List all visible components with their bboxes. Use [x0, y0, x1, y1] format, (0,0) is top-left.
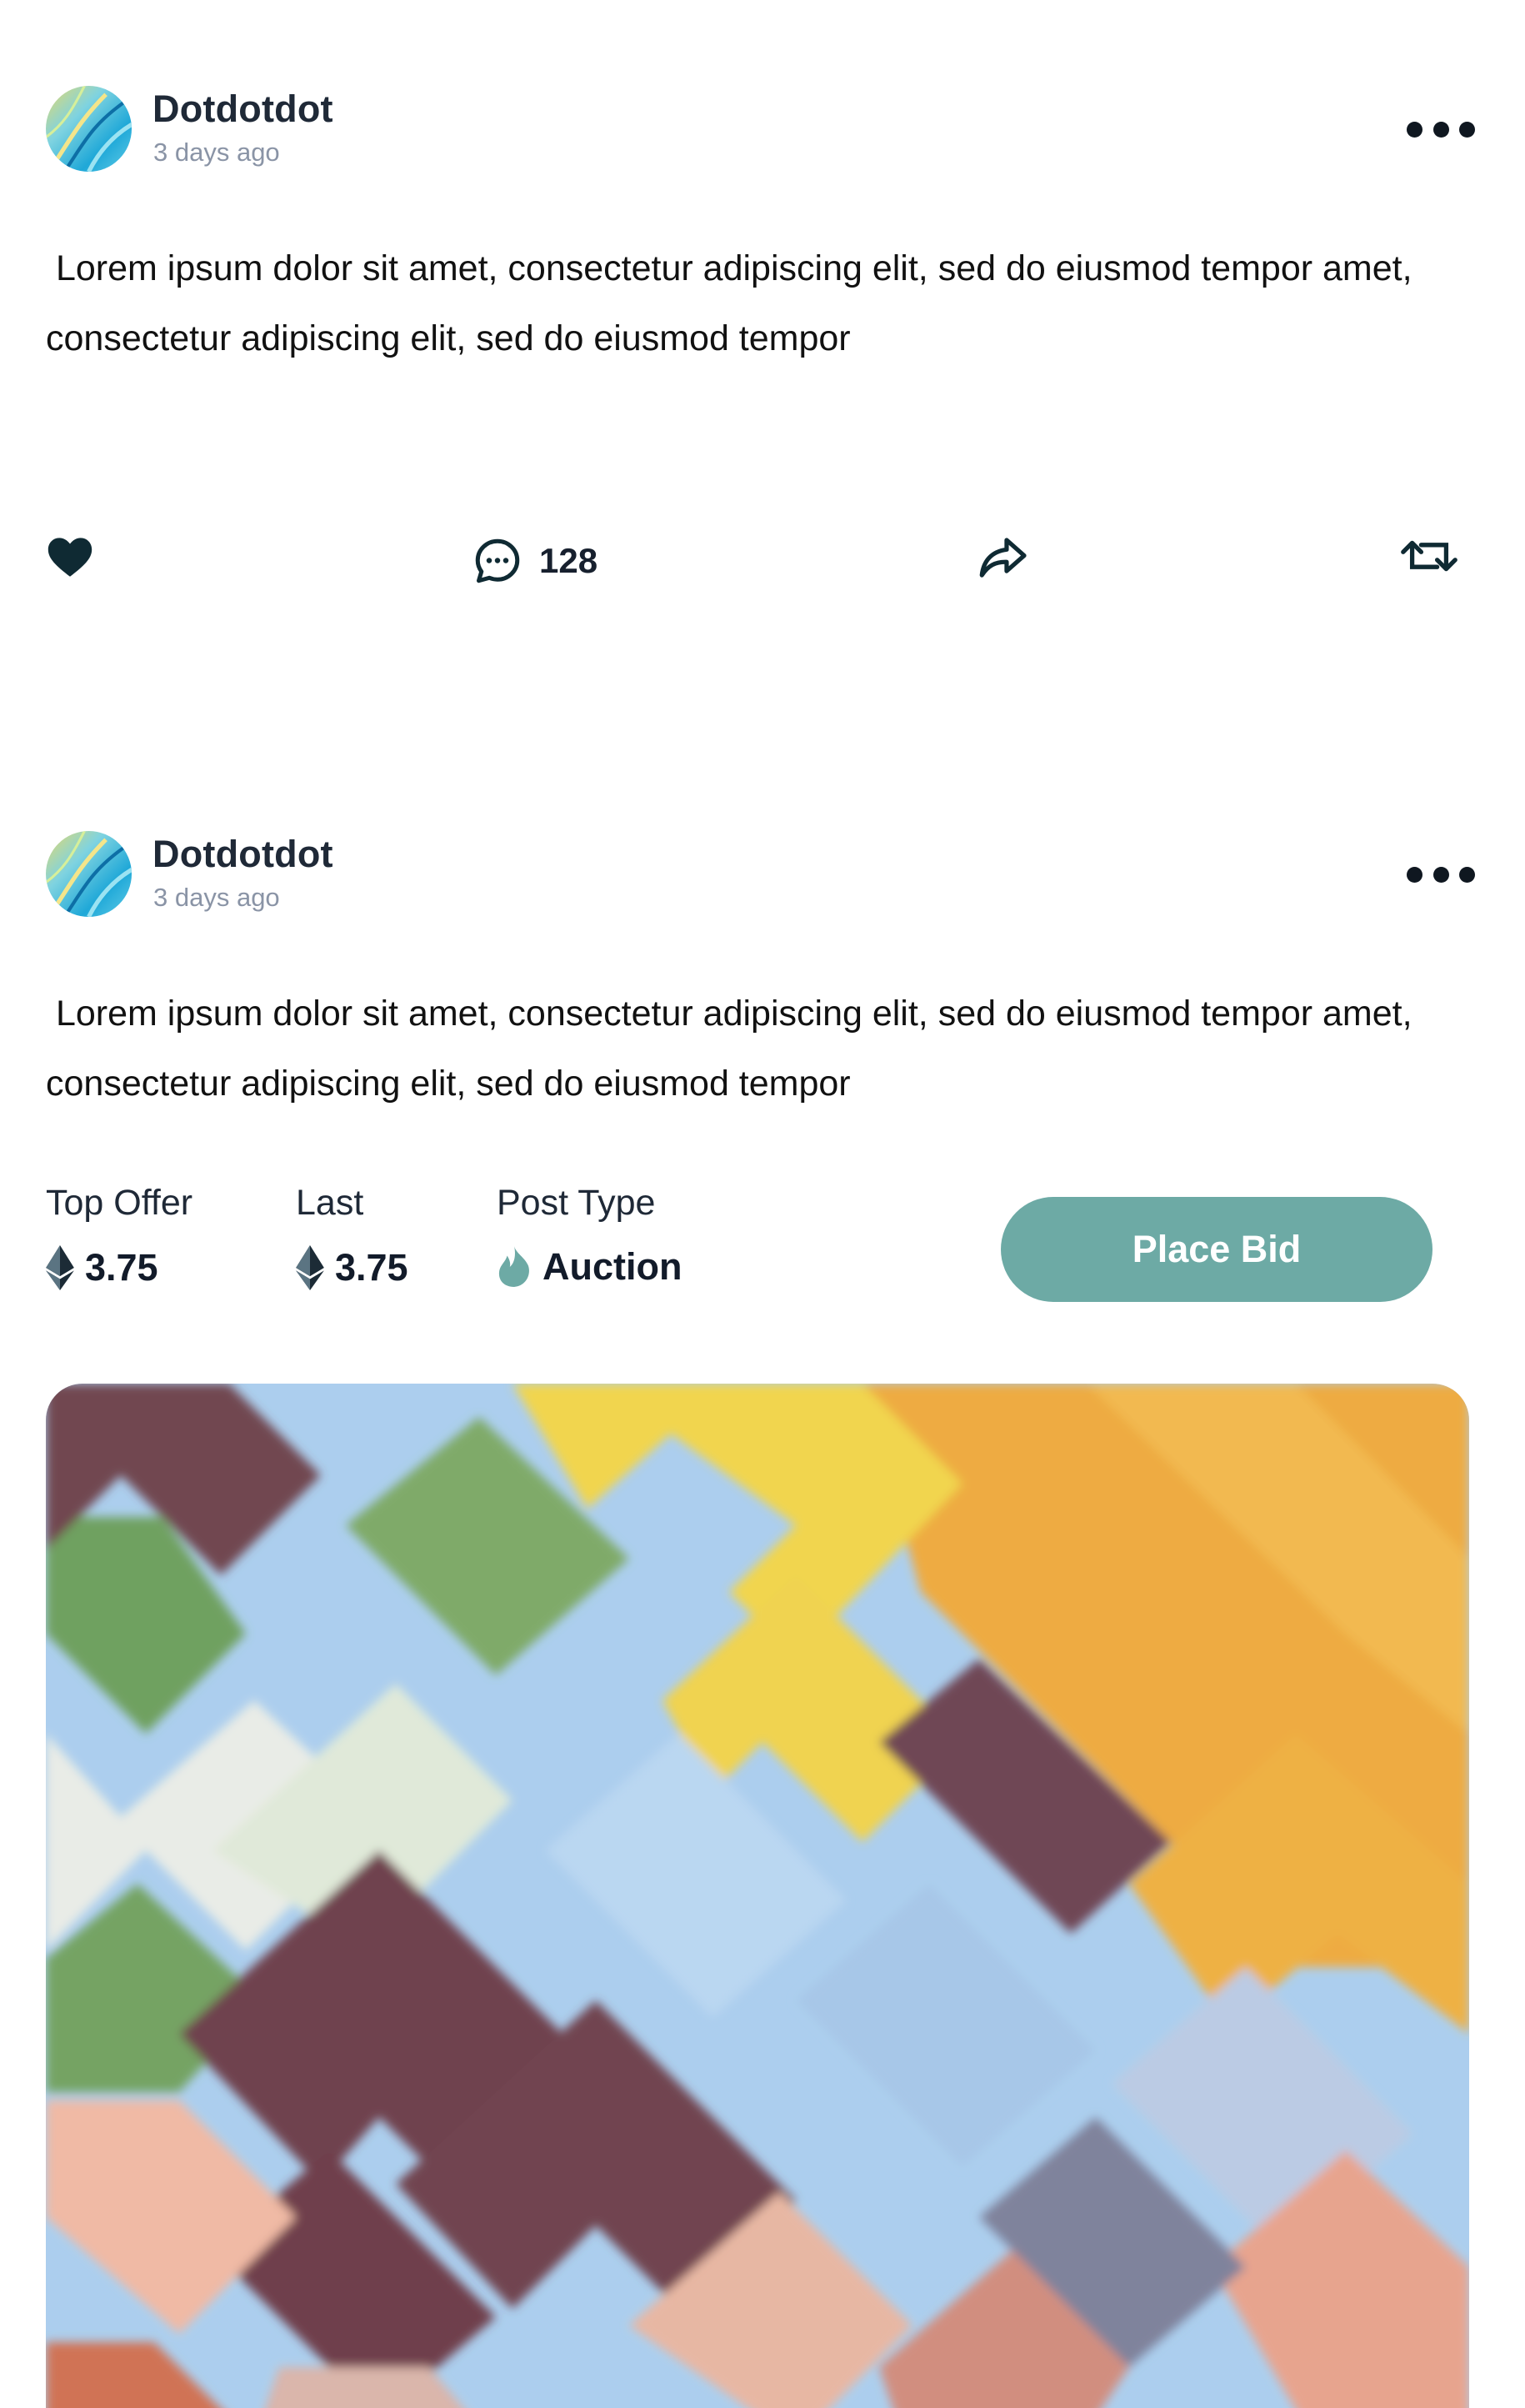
more-icon [1407, 866, 1422, 883]
last-value: 3.75 [335, 1246, 408, 1289]
share-button[interactable] [978, 536, 1028, 579]
share-icon [979, 538, 1027, 578]
flame-icon [498, 1246, 529, 1287]
top-offer-value-row: 3.75 [46, 1245, 192, 1290]
more-icon-dot [1459, 121, 1475, 138]
top-offer: Top Offer 3.75 [46, 1179, 192, 1290]
ethereum-icon [46, 1245, 74, 1290]
like-button[interactable] [46, 536, 94, 578]
author-name[interactable]: Dotdotdot [152, 833, 333, 876]
more-options-button[interactable] [1407, 858, 1475, 891]
more-icon [1407, 121, 1422, 138]
top-offer-label: Top Offer [46, 1183, 193, 1223]
post-text: Lorem ipsum dolor sit amet, consectetur … [46, 994, 1422, 1104]
comment-icon [475, 538, 520, 583]
more-icon-dot [1432, 121, 1449, 138]
post-timestamp: 3 days ago [153, 138, 280, 167]
last-price: Last 3.75 [296, 1179, 408, 1290]
avatar[interactable] [46, 831, 132, 917]
avatar-image [46, 86, 132, 172]
post-header: Dotdotdot 3 days ago [46, 86, 1479, 172]
top-offer-value: 3.75 [85, 1246, 158, 1289]
author-name[interactable]: Dotdotdot [152, 88, 333, 131]
last-value-row: 3.75 [296, 1245, 408, 1290]
avatar[interactable] [46, 86, 132, 172]
post-type: Post Type Auction [497, 1179, 682, 1289]
feed-post: Dotdotdot 3 days ago Lorem ipsum dolor s… [46, 86, 1479, 586]
comment-button[interactable]: 128 [472, 536, 598, 586]
repost-button[interactable] [1398, 536, 1460, 576]
more-icon-dot [1432, 866, 1449, 883]
auction-info: Top Offer 3.75 Last 3.75 Post Type Aucti… [46, 1179, 1479, 1304]
artwork-image[interactable] [46, 1384, 1469, 2408]
place-bid-button[interactable]: Place Bid [1001, 1197, 1432, 1302]
post-text: Lorem ipsum dolor sit amet, consectetur … [46, 248, 1422, 358]
post-header: Dotdotdot 3 days ago [46, 831, 1479, 917]
artwork-graphic [46, 1384, 1469, 2408]
heart-icon [48, 538, 92, 577]
avatar-image [46, 831, 132, 917]
comment-count: 128 [539, 541, 598, 580]
ethereum-icon [296, 1245, 324, 1290]
post-type-value-row: Auction [497, 1245, 682, 1289]
more-options-button[interactable] [1407, 113, 1475, 146]
post-actions: 128 [46, 536, 1479, 586]
more-icon-dot [1459, 866, 1475, 883]
post-type-label: Post Type [497, 1183, 656, 1223]
post-timestamp: 3 days ago [153, 883, 280, 912]
post-type-value: Auction [542, 1245, 682, 1288]
repost-icon [1401, 540, 1458, 572]
feed-post: Dotdotdot 3 days ago Lorem ipsum dolor s… [46, 831, 1479, 2408]
last-label: Last [296, 1183, 364, 1223]
